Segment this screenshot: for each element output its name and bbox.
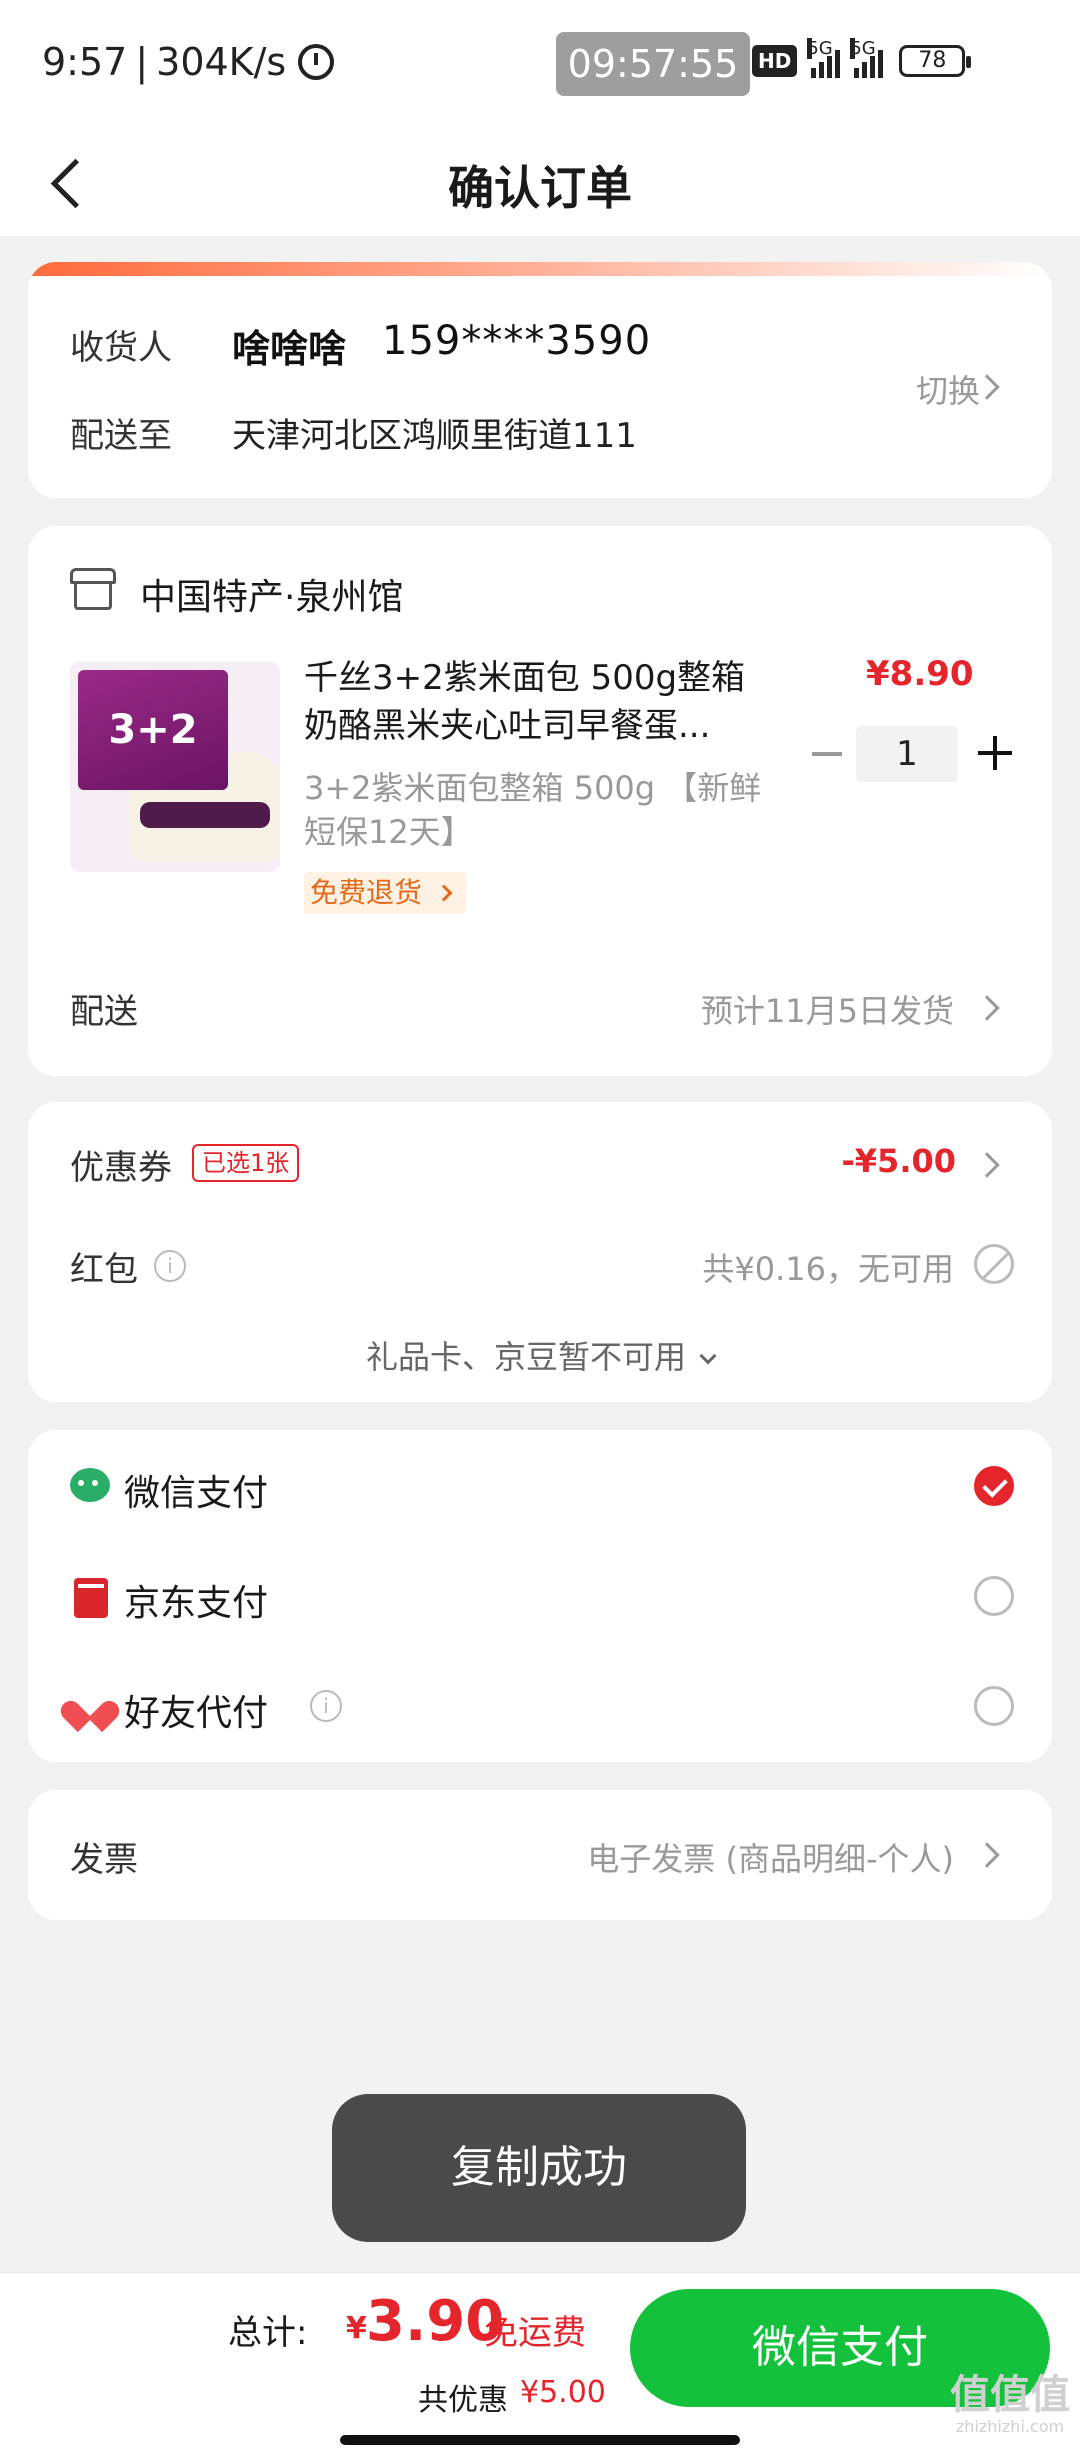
recipient-phone: 159****3590	[382, 318, 652, 364]
home-indicator[interactable]	[340, 2435, 740, 2445]
total-label: 总计:	[228, 2313, 308, 2353]
address-accent-strip	[28, 262, 1052, 276]
payment-card: 微信支付 京东支付 好友代付 i	[28, 1430, 1052, 1762]
switch-address-button[interactable]: 切换	[916, 366, 980, 412]
shipping-estimate[interactable]: 预计11月5日发货	[701, 986, 954, 1032]
hd-icon: HD	[752, 45, 798, 77]
chevron-right-icon	[974, 995, 1000, 1021]
shipping-label: 配送	[70, 992, 138, 1032]
savings-label: 共优惠	[418, 2383, 508, 2418]
free-shipping-label: 免运费	[484, 2313, 586, 2353]
status-left: 9:57 | 304K/s	[42, 40, 335, 84]
coupon-label: 优惠券	[70, 1148, 172, 1188]
recipient-name: 啥啥啥	[232, 327, 347, 371]
alarm-icon	[298, 44, 335, 80]
invoice-value: 电子发票 (商品明细-个人)	[587, 1840, 954, 1878]
ship-to-label: 配送至	[70, 416, 172, 456]
page-header: 确认订单	[0, 130, 1080, 236]
increase-quantity-button[interactable]	[978, 736, 1012, 770]
radio-unselected[interactable]	[974, 1576, 1014, 1616]
quantity-field[interactable]: 1	[856, 726, 958, 782]
friend-pay-icon	[72, 1688, 108, 1722]
currency-symbol: ¥	[346, 2311, 367, 2346]
page-title: 确认订单	[448, 161, 632, 215]
battery-icon: 78	[899, 45, 972, 77]
redpacket-label: 红包	[70, 1250, 138, 1290]
payment-label: 京东支付	[124, 1583, 269, 1624]
product-spec[interactable]: 3+2紫米面包整箱 500g 【新鲜短保12天】	[304, 766, 774, 854]
info-icon[interactable]: i	[310, 1690, 342, 1722]
toast-message: 复制成功	[332, 2094, 746, 2242]
signal-icon-2: 5G	[850, 38, 884, 78]
product-image[interactable]: 3+2	[70, 662, 280, 872]
invoice-label: 发票	[70, 1840, 138, 1880]
radio-selected[interactable]	[974, 1466, 1014, 1506]
status-net-speed: 304K/s	[156, 40, 287, 84]
savings-value: ¥5.00	[520, 2375, 606, 2410]
chevron-down-icon	[699, 1347, 717, 1365]
shop-name[interactable]: 中国特产·泉州馆	[140, 568, 403, 620]
payment-label: 好友代付	[124, 1693, 269, 1734]
product-price: ¥8.90	[866, 654, 974, 694]
shop-icon	[70, 568, 116, 610]
decrease-quantity-button[interactable]	[812, 752, 842, 756]
payment-option-jd[interactable]: 京东支付	[28, 1540, 1052, 1650]
wechat-pay-icon	[70, 1468, 110, 1502]
status-right: HD 5G 5G 78	[752, 38, 972, 78]
info-icon[interactable]: i	[154, 1250, 186, 1282]
free-return-label: 免费退货	[310, 876, 423, 909]
status-bar: 9:57 | 304K/s 09:57:55 HD 5G 5G 78	[0, 0, 1080, 130]
jd-pay-icon	[74, 1578, 108, 1618]
discount-card: 优惠券 已选1张 -¥5.00 红包 i 共¥0.16，无可用 礼品卡、京豆暂不…	[28, 1102, 1052, 1402]
gift-card-note[interactable]: 礼品卡、京豆暂不可用	[28, 1332, 1052, 1378]
invoice-card[interactable]: 发票 电子发票 (商品明细-个人)	[28, 1790, 1052, 1920]
signal-icon-1: 5G	[807, 38, 841, 78]
recipient-label: 收货人	[70, 328, 172, 368]
product-card: 中国特产·泉州馆 3+2 千丝3+2紫米面包 500g整箱奶酪黑米夹心吐司早餐蛋…	[28, 526, 1052, 1076]
address-card[interactable]: 收货人 啥啥啥 159****3590 配送至 天津河北区鸿顺里街道111 切换	[28, 262, 1052, 498]
floating-clock: 09:57:55	[556, 32, 750, 96]
payment-option-friend[interactable]: 好友代付 i	[28, 1650, 1052, 1760]
product-title[interactable]: 千丝3+2紫米面包 500g整箱奶酪黑米夹心吐司早餐蛋...	[304, 654, 774, 750]
status-divider: |	[135, 40, 149, 84]
checkout-bar: 总计: ¥ 3.90 免运费 共优惠 ¥5.00 微信支付 值值值 zhizhi…	[0, 2272, 1080, 2460]
chevron-right-icon	[435, 884, 453, 902]
chevron-right-icon	[974, 1842, 1000, 1868]
redpacket-value: 共¥0.16，无可用	[702, 1250, 954, 1288]
chevron-right-icon	[974, 1152, 1000, 1178]
radio-unselected[interactable]	[974, 1686, 1014, 1726]
status-time: 9:57	[42, 40, 128, 84]
payment-option-wechat[interactable]: 微信支付	[28, 1430, 1052, 1540]
product-image-text: 3+2	[78, 670, 228, 790]
coupon-value[interactable]: -¥5.00	[842, 1142, 957, 1180]
shipping-address: 天津河北区鸿顺里街道111	[232, 416, 637, 456]
unavailable-icon	[974, 1244, 1014, 1284]
free-return-tag[interactable]: 免费退货	[304, 872, 467, 914]
coupon-selected-badge: 已选1张	[192, 1144, 300, 1182]
watermark-logo: 值值值 zhizhizhi.com	[950, 2372, 1070, 2436]
payment-label: 微信支付	[124, 1473, 269, 1514]
